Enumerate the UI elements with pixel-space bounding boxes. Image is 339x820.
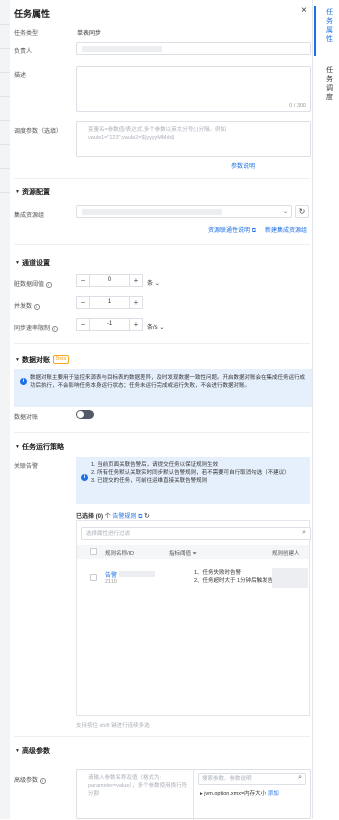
collapse-triangle-icon[interactable]: ▼ xyxy=(15,357,20,363)
advanced-search-input[interactable]: 搜索参数、参数说明 ⌕ xyxy=(198,773,306,785)
alarm-table-header: 规则名称/ID 指标阈值 ⏷ 规则创建人 xyxy=(77,545,309,559)
chevron-down-icon: ⌄ xyxy=(282,209,288,215)
plus-button[interactable]: + xyxy=(130,319,142,330)
dirty-threshold-label: 脏数据阈值 i xyxy=(14,279,52,288)
rate-limit-label: 同步速率限制 i xyxy=(14,323,58,332)
col-rule-creator: 规则创建人 xyxy=(272,551,300,557)
info-circle-icon: i xyxy=(39,778,46,784)
concurrency-value[interactable]: 1 xyxy=(89,297,130,308)
search-icon: ⌕ xyxy=(302,529,306,536)
chevron-down-icon: ⌄ xyxy=(154,281,160,287)
dirty-threshold-stepper[interactable]: − 0 + xyxy=(76,274,143,287)
strategy-section-title: 任务运行策略 xyxy=(22,444,64,451)
refresh-icon[interactable]: ↻ xyxy=(295,205,309,218)
refresh-icon[interactable]: ↻ xyxy=(144,513,150,520)
alarm-tip-2: 2. 所有任务默认关联实时同步默认告警规则，若不需要可自行取消勾选（不建议） xyxy=(91,470,290,476)
alarm-filter-input[interactable]: 选择属性进行过滤 ⌕ xyxy=(81,527,311,540)
rate-unit-select[interactable]: 条/s ⌄ xyxy=(147,322,164,331)
alarm-tips-banner: i 1. 当前页面关联告警后，请提交任务以保证规则生效 2. 所有任务默认关联实… xyxy=(76,457,310,504)
info-circle-icon: i xyxy=(45,282,52,288)
reconcile-info-banner: i 数据对账主要用于监控来源表与目标表的数据差异，及时发现数据一致性问题。开启数… xyxy=(14,369,312,407)
reconcile-toggle[interactable] xyxy=(76,410,94,419)
advanced-params-box: 请输入参数名称及值（格式为: parameter=value），多个参数使用换行… xyxy=(76,769,311,820)
new-resource-group-link[interactable]: 新建集成资源组 xyxy=(265,225,307,234)
schedule-params-label: 调度参数（选填） xyxy=(14,129,63,135)
side-tab-bar: 任务属性 任务调度 xyxy=(314,0,339,819)
advanced-search-placeholder: 搜索参数、参数说明 xyxy=(202,776,252,782)
row-rule-id: 2110 xyxy=(105,579,117,585)
rate-limit-value[interactable]: -1 xyxy=(89,319,130,330)
reconcile-info-text: 数据对账主要用于监控来源表与目标表的数据差异，及时发现数据一致性问题。开启数据对… xyxy=(30,375,306,389)
dirty-unit-select[interactable]: 条 ⌄ xyxy=(147,278,160,287)
schedule-params-textarea[interactable]: 变量名=参数值/表达式,多个参数以英文分号(;)分隔。例如 vaule1="12… xyxy=(76,121,311,157)
caret-right-icon[interactable]: ▸ xyxy=(200,791,203,797)
channel-section-title: 通道设置 xyxy=(22,260,50,267)
resource-group-select[interactable]: ⌄ xyxy=(76,205,292,218)
row-checkbox[interactable] xyxy=(90,574,97,581)
plus-button[interactable]: + xyxy=(130,297,142,308)
col-rule-name: 规则名称/ID xyxy=(105,551,135,557)
collapse-triangle-icon[interactable]: ▼ xyxy=(15,444,20,450)
col-metric-threshold: 指标阈值 ⏷ xyxy=(169,551,197,557)
resource-connectivity-link[interactable]: 资源联通性说明 ⧉ xyxy=(208,225,256,235)
owner-label: 负责人 xyxy=(14,49,33,55)
beta-badge: Beta xyxy=(53,355,70,364)
side-tab-task-properties[interactable]: 任务属性 xyxy=(326,8,333,44)
resource-section-title: 资源配置 xyxy=(22,189,50,196)
concurrency-label: 并发数 i xyxy=(14,301,40,310)
reconcile-toggle-label: 数据对账 xyxy=(14,415,39,421)
plus-button[interactable]: + xyxy=(130,275,142,286)
row-metrics: 1、任务失败时告警 2、任务超时大于 1分钟后触发告警 xyxy=(194,570,279,584)
concurrency-stepper[interactable]: − 1 + xyxy=(76,296,143,309)
info-icon: i xyxy=(81,474,88,481)
task-type-label: 任务类型 xyxy=(14,31,39,37)
alarm-table-container: 选择属性进行过滤 ⌕ 规则名称/ID 指标阈值 ⏷ 规则创建人 告警 2110 … xyxy=(76,520,311,716)
collapse-triangle-icon[interactable]: ▼ xyxy=(15,189,20,195)
collapse-triangle-icon[interactable]: ▼ xyxy=(15,748,20,754)
table-row[interactable]: 告警 2110 1、任务失败时告警 2、任务超时大于 1分钟后触发告警 xyxy=(77,563,309,595)
resource-group-label: 集成资源组 xyxy=(14,213,45,219)
minus-button[interactable]: − xyxy=(77,275,89,286)
dirty-threshold-value[interactable]: 0 xyxy=(89,275,130,286)
owner-input[interactable] xyxy=(76,42,311,55)
close-icon[interactable]: × xyxy=(301,5,307,16)
param-help-link[interactable]: 参数说明 xyxy=(231,161,255,170)
info-circle-icon: i xyxy=(33,304,40,310)
page-background xyxy=(0,0,10,819)
minus-button[interactable]: − xyxy=(77,297,89,308)
advanced-param-item: ▸ jvm.option.xmx=内存大小 添加 xyxy=(200,791,279,797)
alarm-filter-placeholder: 选择属性进行过滤 xyxy=(86,531,131,537)
description-label: 描述 xyxy=(14,73,27,79)
task-type-value: 单表同步 xyxy=(77,31,102,37)
advanced-params-placeholder[interactable]: 请输入参数名称及值（格式为: parameter=value），多个参数使用换行… xyxy=(88,774,188,798)
row-rule-name[interactable]: 告警 xyxy=(105,570,117,579)
reconcile-section-title: 数据对账 xyxy=(22,357,50,364)
advanced-section-title: 高级参数 xyxy=(22,748,50,755)
collapse-triangle-icon[interactable]: ▼ xyxy=(15,260,20,266)
search-icon: ⌕ xyxy=(298,774,302,781)
alarm-tip-3: 3. 已提交的任务，可前往运维直接关联告警规则 xyxy=(91,478,208,484)
external-link-icon: ⧉ xyxy=(251,228,256,234)
description-textarea[interactable]: 0 / 300 xyxy=(76,66,311,112)
multi-select-hint: 支持按住 shift 键进行连续多选 xyxy=(76,723,150,729)
select-all-checkbox[interactable] xyxy=(90,548,97,555)
description-counter: 0 / 300 xyxy=(289,103,306,109)
rate-limit-stepper[interactable]: − -1 + xyxy=(76,318,143,331)
alarm-label: 关联告警 xyxy=(14,464,39,470)
info-icon: i xyxy=(20,378,27,385)
side-tab-task-scheduling[interactable]: 任务调度 xyxy=(326,66,333,102)
drawer-title: 任务属性 xyxy=(14,9,51,19)
task-properties-drawer: 任务属性 × 任务类型 单表同步 负责人 描述 0 / 300 调度参数（选填）… xyxy=(10,0,313,820)
minus-button[interactable]: − xyxy=(77,319,89,330)
schedule-params-placeholder: 变量名=参数值/表达式,多个参数以英文分号(;)分隔。例如 vaule1="12… xyxy=(88,127,226,141)
alarm-tip-1: 1. 当前页面关联告警后，请提交任务以保证规则生效 xyxy=(91,462,219,468)
info-circle-icon: i xyxy=(51,326,58,332)
chevron-down-icon: ⌄ xyxy=(159,325,165,331)
advanced-params-label: 高级参数 i xyxy=(14,775,46,784)
filter-icon[interactable]: ⏷ xyxy=(193,551,197,557)
add-param-link[interactable]: 添加 xyxy=(268,791,279,797)
